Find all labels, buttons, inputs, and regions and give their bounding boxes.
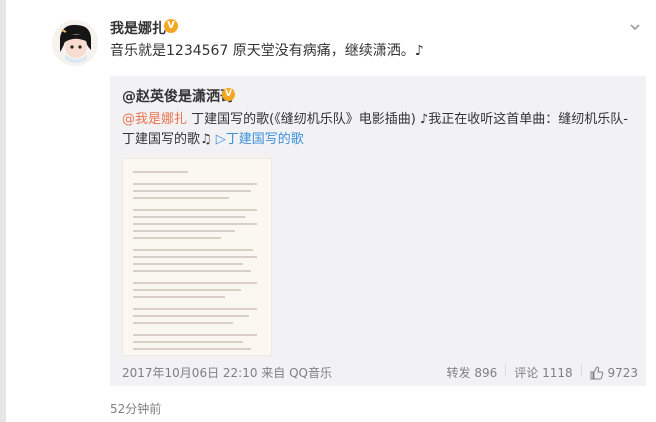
music-link[interactable]: ▷丁建国写的歌 <box>216 132 304 147</box>
post-author[interactable]: 我是娜扎 <box>110 18 166 38</box>
avatar[interactable] <box>52 20 98 66</box>
weibo-post-card: 我是娜扎 V 音乐就是1234567 原天堂没有病痛，继续潇洒。♪ @赵英俊是潇… <box>0 0 656 422</box>
page-gutter <box>0 0 6 422</box>
repost-footer: 2017年10月06日 22:10 来自 QQ音乐 转发 896 评论 1118… <box>122 364 638 384</box>
chevron-down-icon[interactable] <box>628 20 642 34</box>
divider <box>580 364 582 376</box>
repost-text: @我是娜扎 丁建国写的歌(《缝纫机乐队》电影插曲) ♪我正在收听这首单曲：缝纫机… <box>122 110 638 150</box>
post-text: 音乐就是1234567 原天堂没有病痛，继续潇洒。♪ <box>110 43 424 59</box>
repost-time[interactable]: 2017年10月06日 22:10 来自 QQ音乐 <box>122 364 332 381</box>
repost-box: @赵英俊是潇洒哥 V @我是娜扎 丁建国写的歌(《缝纫机乐队》电影插曲) ♪我正… <box>110 76 646 386</box>
comment-label: 评论 <box>514 366 539 380</box>
like-count: 9723 <box>607 365 638 380</box>
verified-badge: V <box>222 88 235 101</box>
repost-body: 丁建国写的歌(《缝纫机乐队》电影插曲) ♪我正在收听这首单曲：缝纫机乐队-丁建国… <box>122 112 628 147</box>
repost-stats: 转发 896 评论 1118 9723 <box>446 364 638 381</box>
repost-count: 896 <box>474 365 498 380</box>
thumbs-up-icon <box>590 365 603 379</box>
lyrics-image[interactable] <box>122 158 272 356</box>
post-age: 52分钟前 <box>110 402 162 416</box>
comment-button[interactable]: 评论 1118 <box>514 364 572 381</box>
divider <box>505 364 507 376</box>
mention-link[interactable]: @我是娜扎 <box>122 112 187 127</box>
verified-badge: V <box>164 19 178 33</box>
repost-author[interactable]: @赵英俊是潇洒哥 <box>122 86 234 106</box>
like-button[interactable]: 9723 <box>590 364 638 381</box>
repost-button[interactable]: 转发 896 <box>446 364 497 381</box>
repost-label: 转发 <box>446 366 471 380</box>
comment-count: 1118 <box>542 365 573 380</box>
